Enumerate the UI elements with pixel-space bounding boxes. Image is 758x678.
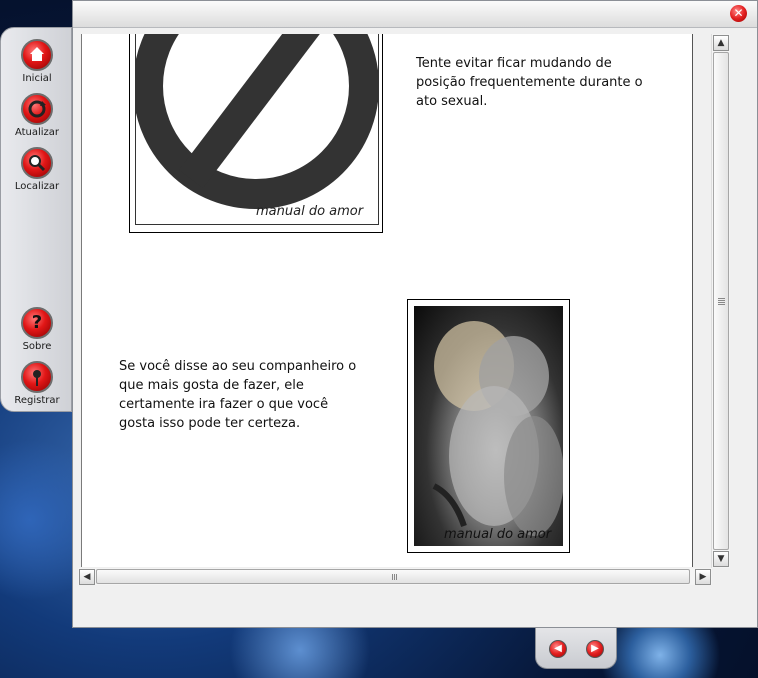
vertical-scrollbar[interactable]: ▲ ▼ xyxy=(711,34,730,568)
sidebar-item-registrar[interactable]: Registrar xyxy=(1,361,73,406)
image-prohibition: manual do amor xyxy=(129,34,383,233)
sidebar-item-localizar[interactable]: Localizar xyxy=(1,147,73,192)
paragraph-2: Se você disse ao seu companheiro o que m… xyxy=(119,359,357,431)
question-icon: ? xyxy=(21,307,53,339)
document-view[interactable]: manual do amor Tente evitar ficar mudand… xyxy=(81,34,693,567)
sidebar-label-sobre: Sobre xyxy=(22,341,52,352)
sidebar-item-sobre[interactable]: ? Sobre xyxy=(1,307,73,352)
paragraph-1: Tente evitar ficar mudando de posição fr… xyxy=(416,56,643,109)
sidebar-label-localizar: Localizar xyxy=(14,181,60,192)
pin-icon xyxy=(21,361,53,393)
sidebar-label-atualizar: Atualizar xyxy=(14,127,60,138)
scroll-up-button[interactable]: ▲ xyxy=(713,35,729,51)
refresh-icon xyxy=(21,93,53,125)
sidebar-item-inicial[interactable]: Inicial xyxy=(1,39,73,84)
page-navigation: ◀ ▶ xyxy=(535,628,617,669)
scroll-left-button[interactable]: ◀ xyxy=(79,569,95,585)
main-window: ✕ manual do amor Tente evitar ficar muda… xyxy=(72,0,758,628)
horizontal-scroll-thumb[interactable] xyxy=(96,569,690,584)
title-bar: ✕ xyxy=(73,1,757,28)
sidebar-label-inicial: Inicial xyxy=(22,73,52,84)
photo: manual do amor xyxy=(414,306,563,546)
magnifier-icon xyxy=(21,147,53,179)
scroll-right-button[interactable]: ▶ xyxy=(695,569,711,585)
watermark: manual do amor xyxy=(256,204,364,219)
scroll-down-button[interactable]: ▼ xyxy=(713,551,729,567)
page-border xyxy=(692,34,693,567)
arrow-left-icon[interactable]: ◀ xyxy=(549,640,567,658)
close-icon[interactable]: ✕ xyxy=(730,5,747,22)
arrow-right-icon[interactable]: ▶ xyxy=(586,640,604,658)
image-couple-photo: manual do amor xyxy=(407,299,570,553)
sidebar: Inicial Atualizar Localizar ? Sobre Regi… xyxy=(0,27,72,412)
horizontal-scrollbar[interactable]: ◀ ▶ xyxy=(78,568,712,585)
vertical-scroll-thumb[interactable] xyxy=(713,52,729,550)
sidebar-item-atualizar[interactable]: Atualizar xyxy=(1,93,73,138)
watermark: manual do amor xyxy=(444,527,552,542)
prohibition-icon xyxy=(136,34,378,209)
sidebar-label-registrar: Registrar xyxy=(14,395,60,406)
home-icon xyxy=(21,39,53,71)
